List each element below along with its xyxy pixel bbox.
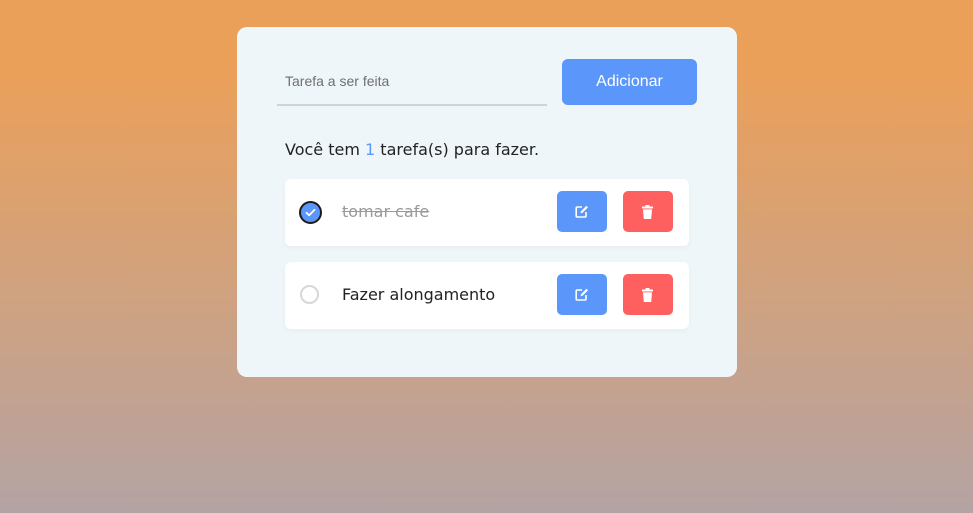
task-item: Fazer alongamento bbox=[285, 262, 689, 329]
add-task-button[interactable]: Adicionar bbox=[562, 59, 697, 105]
counter-suffix: tarefa(s) para fazer. bbox=[380, 140, 540, 159]
task-label: tomar cafe bbox=[342, 202, 430, 221]
delete-task-button[interactable] bbox=[623, 274, 673, 315]
task-item: tomar cafe bbox=[285, 179, 689, 246]
delete-task-button[interactable] bbox=[623, 191, 673, 232]
task-complete-checkbox[interactable] bbox=[300, 285, 319, 304]
task-counter: Você tem 1 tarefa(s) para fazer. bbox=[285, 140, 539, 159]
edit-icon bbox=[575, 288, 588, 301]
task-label: Fazer alongamento bbox=[342, 285, 496, 304]
todo-card: Adicionar Você tem 1 tarefa(s) para faze… bbox=[237, 27, 737, 377]
trash-icon bbox=[642, 288, 653, 302]
task-complete-checkbox[interactable] bbox=[299, 201, 322, 224]
pending-count: 1 bbox=[365, 140, 376, 159]
trash-icon bbox=[642, 205, 653, 219]
check-icon bbox=[305, 208, 316, 217]
task-input[interactable] bbox=[277, 58, 547, 106]
edit-icon bbox=[575, 205, 588, 218]
counter-prefix: Você tem bbox=[285, 140, 360, 159]
edit-task-button[interactable] bbox=[557, 191, 607, 232]
edit-task-button[interactable] bbox=[557, 274, 607, 315]
